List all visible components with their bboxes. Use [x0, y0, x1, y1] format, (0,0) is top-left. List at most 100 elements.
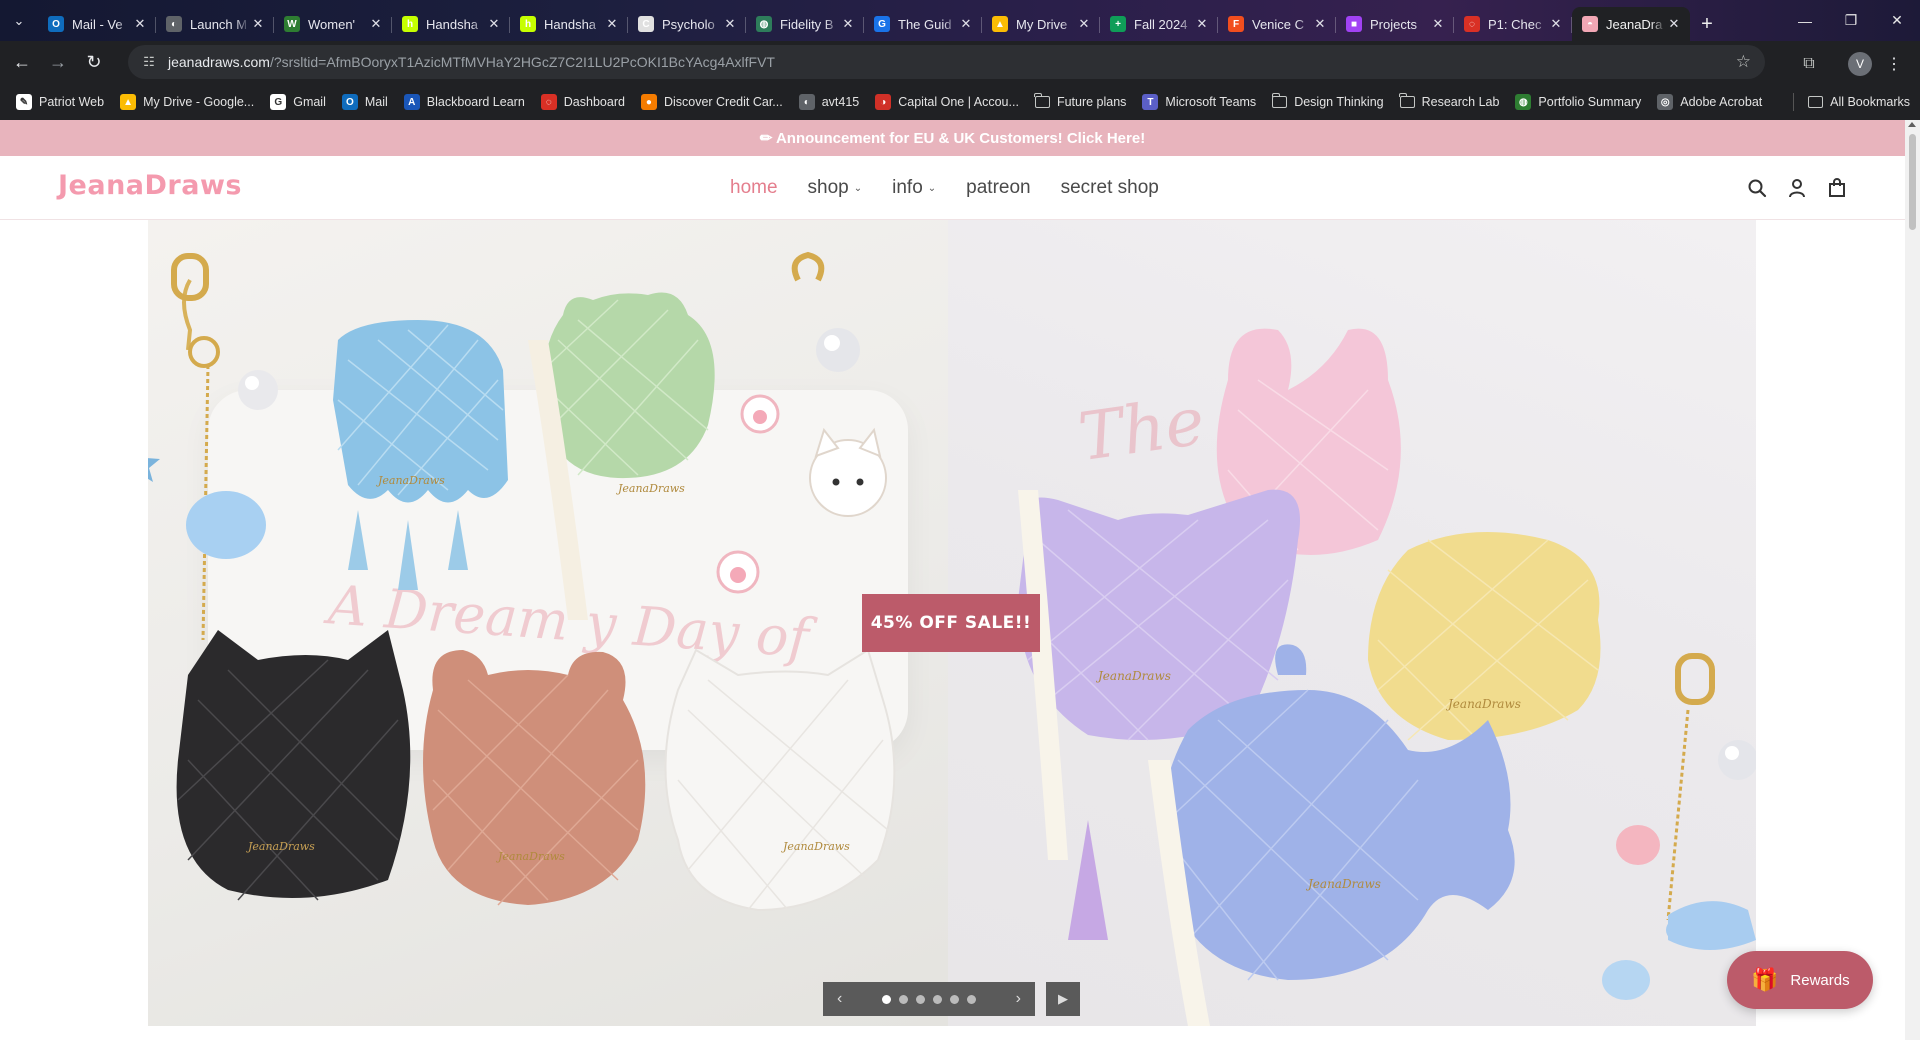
tab-close-icon[interactable]: ✕: [1548, 16, 1564, 32]
bookmark-item[interactable]: T Microsoft Teams: [1136, 88, 1262, 116]
browser-tab-strip: ⌄ O Mail - Ve ✕ ◐ Launch M ✕ W Women' ✕ h Handsha ✕…: [0, 0, 1920, 41]
tab-favicon-icon: F: [1228, 16, 1244, 32]
minimize-button[interactable]: —: [1782, 0, 1828, 41]
slide-dot[interactable]: [899, 994, 908, 1004]
site-logo[interactable]: JeanaDraws: [58, 170, 242, 201]
bookmark-label: Future plans: [1056, 95, 1127, 109]
bookmark-item[interactable]: G Gmail: [264, 88, 332, 116]
browser-tab[interactable]: C Psycholo ✕: [628, 7, 746, 41]
browser-tab[interactable]: W Women' ✕: [274, 7, 392, 41]
tab-close-icon[interactable]: ✕: [958, 16, 974, 32]
bookmark-star-icon[interactable]: ☆: [1736, 52, 1751, 72]
browser-menu-icon[interactable]: ⋮: [1880, 50, 1908, 78]
nav-link-shop[interactable]: shop ⌄: [808, 177, 863, 199]
tab-favicon-icon: ◓: [1582, 16, 1598, 32]
bookmark-item[interactable]: ◎ Adobe Acrobat: [1651, 88, 1768, 116]
new-tab-button[interactable]: +: [1690, 7, 1724, 41]
slide-dot[interactable]: [916, 994, 925, 1004]
nav-link-patreon[interactable]: patreon: [966, 177, 1030, 199]
bookmark-item[interactable]: O Mail: [336, 88, 394, 116]
browser-tab[interactable]: G The Guid ✕: [864, 7, 982, 41]
tab-close-icon[interactable]: ✕: [250, 16, 266, 32]
slide-dot[interactable]: [882, 994, 891, 1004]
tab-close-icon[interactable]: ✕: [840, 16, 856, 32]
bookmark-item[interactable]: ◑ Capital One | Accou...: [869, 88, 1025, 116]
rewards-button[interactable]: 🎁 Rewards: [1727, 951, 1873, 1009]
bookmark-item[interactable]: Research Lab: [1394, 88, 1506, 116]
tab-close-icon[interactable]: ✕: [1076, 16, 1092, 32]
site-info-icon[interactable]: ☷: [140, 53, 158, 71]
page-scrollbar[interactable]: [1905, 120, 1920, 1040]
bookmark-item[interactable]: ● Discover Credit Car...: [635, 88, 789, 116]
search-icon[interactable]: [1737, 168, 1777, 208]
tab-favicon-icon: C: [638, 16, 654, 32]
browser-tab[interactable]: + Fall 2024 ✕: [1100, 7, 1218, 41]
bookmark-item[interactable]: Future plans: [1029, 88, 1132, 116]
tab-favicon-icon: ▲: [992, 16, 1008, 32]
slide-dot[interactable]: [967, 994, 976, 1004]
slide-dot[interactable]: [933, 994, 942, 1004]
browser-tab[interactable]: ◍ Fidelity B ✕: [746, 7, 864, 41]
close-window-button[interactable]: ✕: [1874, 0, 1920, 41]
slide-prev-button[interactable]: ‹: [837, 990, 842, 1008]
browser-tab[interactable]: ■ Projects ✕: [1336, 7, 1454, 41]
tab-close-icon[interactable]: ✕: [1430, 16, 1446, 32]
extensions-puzzle-icon[interactable]: ⧉: [1795, 50, 1823, 78]
nav-link-secret-shop[interactable]: secret shop: [1061, 177, 1159, 199]
account-icon[interactable]: [1777, 168, 1817, 208]
browser-tab[interactable]: h Handsha ✕: [510, 7, 628, 41]
profile-avatar[interactable]: V: [1848, 52, 1872, 76]
main-nav: home shop ⌄ info ⌄ patreon secret shop: [730, 156, 1189, 220]
all-bookmarks-button[interactable]: All Bookmarks: [1793, 84, 1910, 120]
bookmark-item[interactable]: ✎ Patriot Web: [10, 88, 110, 116]
tab-close-icon[interactable]: ✕: [368, 16, 384, 32]
back-button[interactable]: ←: [4, 45, 40, 81]
bookmarks-separator: [1793, 93, 1795, 111]
reload-button[interactable]: ↻: [76, 45, 112, 81]
slide-next-button[interactable]: ›: [1016, 990, 1021, 1008]
scroll-thumb[interactable]: [1909, 134, 1916, 230]
bookmark-item[interactable]: A Blackboard Learn: [398, 88, 531, 116]
cart-icon[interactable]: [1817, 168, 1857, 208]
scroll-up-arrow-icon[interactable]: [1908, 122, 1916, 127]
tab-favicon-icon: ■: [1346, 16, 1362, 32]
nav-link-info[interactable]: info ⌄: [892, 177, 936, 199]
bookmark-item[interactable]: ◌ Dashboard: [535, 88, 631, 116]
all-bookmarks-label: All Bookmarks: [1830, 95, 1910, 109]
url-host: jeanadraws.com: [168, 54, 270, 70]
tab-close-icon[interactable]: ✕: [1312, 16, 1328, 32]
restore-button[interactable]: ❐: [1828, 0, 1874, 41]
sale-badge-button[interactable]: 45% OFF SALE!!: [862, 594, 1040, 652]
bookmark-favicon-icon: T: [1142, 94, 1159, 110]
browser-tab[interactable]: ▲ My Drive ✕: [982, 7, 1100, 41]
tab-close-icon[interactable]: ✕: [486, 16, 502, 32]
bookmark-label: Dashboard: [563, 95, 625, 109]
slide-dot[interactable]: [950, 994, 959, 1004]
tab-favicon-icon: h: [520, 16, 536, 32]
bookmark-item[interactable]: ▲ My Drive - Google...: [114, 88, 260, 116]
bookmark-favicon-icon: G: [270, 94, 287, 110]
browser-tab[interactable]: O Mail - Ve ✕: [38, 7, 156, 41]
bookmark-label: Gmail: [293, 95, 326, 109]
svg-text:JeanaDraws: JeanaDraws: [1445, 697, 1521, 711]
tab-close-icon[interactable]: ✕: [132, 16, 148, 32]
address-bar[interactable]: ☷ jeanadraws.com/?srsltid=AfmBOoryxT1Azi…: [128, 45, 1765, 79]
browser-tab[interactable]: h Handsha ✕: [392, 7, 510, 41]
slideshow-play-pause-button[interactable]: ▶: [1046, 982, 1080, 1016]
announcement-bar[interactable]: ✏ Announcement for EU & UK Customers! Cl…: [0, 120, 1905, 156]
browser-tab[interactable]: ◌ P1: Chec ✕: [1454, 7, 1572, 41]
bookmark-item[interactable]: ◐ avt415: [793, 88, 866, 116]
tab-title: Handsha: [426, 16, 479, 32]
browser-tab[interactable]: F Venice C ✕: [1218, 7, 1336, 41]
tab-close-icon[interactable]: ✕: [1666, 16, 1682, 32]
tab-close-icon[interactable]: ✕: [604, 16, 620, 32]
nav-link-home[interactable]: home: [730, 177, 778, 199]
browser-tab[interactable]: ◓ JeanaDra ✕: [1572, 7, 1690, 41]
forward-button[interactable]: →: [40, 45, 76, 81]
tab-close-icon[interactable]: ✕: [1194, 16, 1210, 32]
bookmark-item[interactable]: ◍ Portfolio Summary: [1509, 88, 1647, 116]
tab-close-icon[interactable]: ✕: [722, 16, 738, 32]
bookmark-item[interactable]: Design Thinking: [1266, 88, 1389, 116]
tab-search-chevron-icon[interactable]: ⌄: [0, 0, 38, 41]
browser-tab[interactable]: ◐ Launch M ✕: [156, 7, 274, 41]
